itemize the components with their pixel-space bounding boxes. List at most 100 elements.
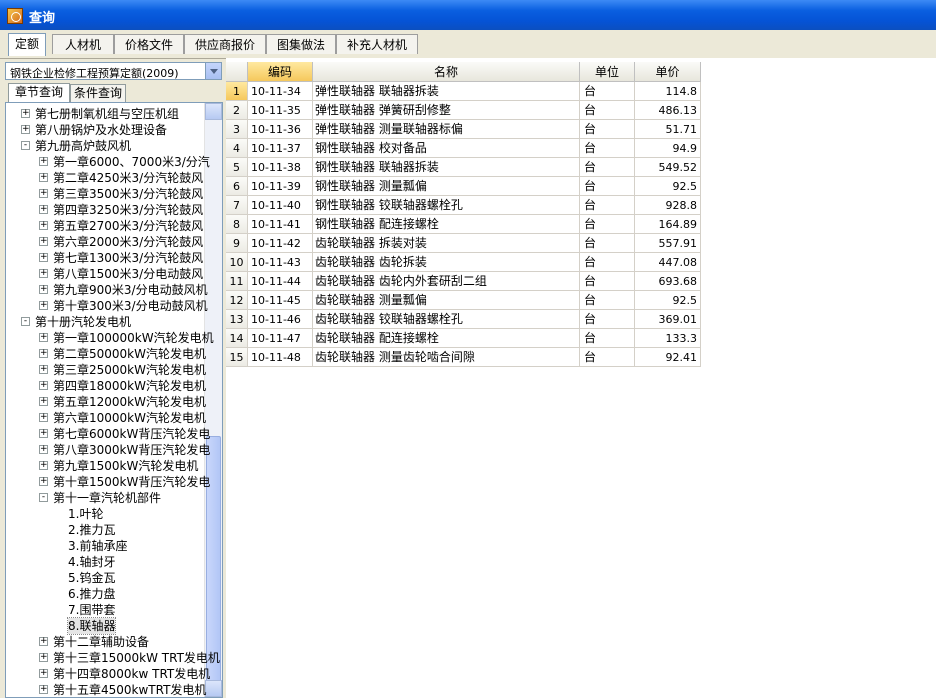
tree-node[interactable]: 6.推力盘 (6, 586, 202, 602)
tab-quota[interactable]: 定额 (8, 33, 46, 56)
expand-icon[interactable]: + (39, 237, 48, 246)
cell-name[interactable]: 钢性联轴器 铰联轴器螺栓孔 (313, 196, 580, 215)
tree-node[interactable]: + 第三章3500米3/分汽轮鼓风 (6, 186, 203, 202)
cell-code[interactable]: 10-11-46 (248, 310, 313, 329)
cell-code[interactable]: 10-11-41 (248, 215, 313, 234)
cell-price[interactable]: 51.71 (635, 120, 701, 139)
cell-price[interactable]: 928.8 (635, 196, 701, 215)
expand-icon[interactable]: + (39, 477, 48, 486)
cell-unit[interactable]: 台 (580, 82, 635, 101)
cell-unit[interactable]: 台 (580, 234, 635, 253)
cell-price[interactable]: 557.91 (635, 234, 701, 253)
expand-icon[interactable]: + (39, 637, 48, 646)
expand-icon[interactable]: + (39, 685, 48, 694)
tree-node[interactable]: + 第一章6000、7000米3/分汽 (6, 154, 210, 170)
expand-icon[interactable]: + (39, 221, 48, 230)
cell-name[interactable]: 齿轮联轴器 测量齿轮啮合间隙 (313, 348, 580, 367)
cell-code[interactable]: 10-11-47 (248, 329, 313, 348)
tree-node[interactable]: + 第五章12000kW汽轮发电机 (6, 394, 206, 410)
tree-node[interactable]: + 第七章1300米3/分汽轮鼓风 (6, 250, 203, 266)
expand-icon[interactable]: + (39, 445, 48, 454)
tree-node[interactable]: + 第二章4250米3/分汽轮鼓风 (6, 170, 203, 186)
cell-price[interactable]: 447.08 (635, 253, 701, 272)
expand-icon[interactable]: + (21, 109, 30, 118)
tree-node[interactable]: + 第二章50000kW汽轮发电机 (6, 346, 206, 362)
cell-unit[interactable]: 台 (580, 272, 635, 291)
collapse-icon[interactable]: - (39, 493, 48, 502)
cell-no[interactable]: 13 (226, 310, 248, 329)
cell-no[interactable]: 2 (226, 101, 248, 120)
cell-price[interactable]: 114.8 (635, 82, 701, 101)
cell-name[interactable]: 齿轮联轴器 测量瓢偏 (313, 291, 580, 310)
tree-node[interactable]: - 第九册高炉鼓风机 (6, 138, 202, 154)
tree-node[interactable]: 1.叶轮 (6, 506, 202, 522)
cell-no[interactable]: 1 (226, 82, 248, 101)
tree-node[interactable]: + 第六章2000米3/分汽轮鼓风 (6, 234, 203, 250)
cell-no[interactable]: 10 (226, 253, 248, 272)
expand-icon[interactable]: + (39, 381, 48, 390)
cell-unit[interactable]: 台 (580, 348, 635, 367)
cell-code[interactable]: 10-11-43 (248, 253, 313, 272)
cell-code[interactable]: 10-11-37 (248, 139, 313, 158)
expand-icon[interactable]: + (39, 349, 48, 358)
expand-icon[interactable]: + (39, 157, 48, 166)
expand-icon[interactable]: + (39, 461, 48, 470)
tree-node[interactable]: + 第十二章辅助设备 (6, 634, 202, 650)
tree-node[interactable]: + 第一章100000kW汽轮发电机 (6, 330, 214, 346)
expand-icon[interactable]: + (39, 269, 48, 278)
cell-name[interactable]: 钢性联轴器 测量瓢偏 (313, 177, 580, 196)
tree-node[interactable]: + 第十章300米3/分电动鼓风机 (6, 298, 208, 314)
col-header-name[interactable]: 名称 (313, 62, 580, 82)
expand-icon[interactable]: + (39, 429, 48, 438)
expand-icon[interactable]: + (39, 365, 48, 374)
tab-chapter-query[interactable]: 章节查询 (8, 83, 70, 102)
tree-node[interactable]: 2.推力瓦 (6, 522, 202, 538)
expand-icon[interactable]: + (39, 669, 48, 678)
tab-condition-query[interactable]: 条件查询 (70, 84, 126, 102)
expand-icon[interactable]: + (39, 189, 48, 198)
tree-node[interactable]: 7.围带套 (6, 602, 202, 618)
cell-no[interactable]: 6 (226, 177, 248, 196)
cell-no[interactable]: 9 (226, 234, 248, 253)
cell-no[interactable]: 12 (226, 291, 248, 310)
cell-name[interactable]: 齿轮联轴器 拆装对装 (313, 234, 580, 253)
cell-code[interactable]: 10-11-42 (248, 234, 313, 253)
tab-supplementary[interactable]: 补充人材机 (336, 34, 418, 54)
tree-node[interactable]: + 第四章18000kW汽轮发电机 (6, 378, 206, 394)
cell-price[interactable]: 92.5 (635, 177, 701, 196)
cell-code[interactable]: 10-11-48 (248, 348, 313, 367)
cell-no[interactable]: 8 (226, 215, 248, 234)
tree-node[interactable]: + 第八章1500米3/分电动鼓风 (6, 266, 203, 282)
tree-node[interactable]: 4.轴封牙 (6, 554, 202, 570)
cell-name[interactable]: 齿轮联轴器 齿轮内外套研刮二组 (313, 272, 580, 291)
cell-name[interactable]: 齿轮联轴器 齿轮拆装 (313, 253, 580, 272)
cell-unit[interactable]: 台 (580, 177, 635, 196)
col-header-code[interactable]: 编码 (248, 62, 313, 82)
expand-icon[interactable]: + (39, 205, 48, 214)
cell-price[interactable]: 92.5 (635, 291, 701, 310)
tree-node[interactable]: + 第九章900米3/分电动鼓风机 (6, 282, 208, 298)
expand-icon[interactable]: + (39, 285, 48, 294)
scroll-down-icon[interactable] (205, 680, 222, 697)
tree-node[interactable]: 8.联轴器 (6, 617, 202, 635)
cell-name[interactable]: 齿轮联轴器 铰联轴器螺栓孔 (313, 310, 580, 329)
cell-no[interactable]: 4 (226, 139, 248, 158)
tree-node[interactable]: - 第十一章汽轮机部件 (6, 490, 202, 506)
cell-unit[interactable]: 台 (580, 158, 635, 177)
chevron-down-icon[interactable] (205, 63, 221, 79)
cell-price[interactable]: 92.41 (635, 348, 701, 367)
cell-unit[interactable]: 台 (580, 101, 635, 120)
cell-no[interactable]: 5 (226, 158, 248, 177)
tree-node[interactable]: + 第六章10000kW汽轮发电机 (6, 410, 206, 426)
tree-node[interactable]: + 第四章3250米3/分汽轮鼓风 (6, 202, 203, 218)
cell-name[interactable]: 钢性联轴器 联轴器拆装 (313, 158, 580, 177)
tree-node[interactable]: + 第十三章15000kW TRT发电机 (6, 650, 220, 666)
tree-node[interactable]: + 第七章6000kW背压汽轮发电 (6, 426, 210, 442)
tree-node[interactable]: 3.前轴承座 (6, 538, 202, 554)
tree-node[interactable]: + 第九章1500kW汽轮发电机 (6, 458, 202, 474)
cell-no[interactable]: 11 (226, 272, 248, 291)
cell-code[interactable]: 10-11-39 (248, 177, 313, 196)
tree-node[interactable]: + 第八章3000kW背压汽轮发电 (6, 442, 210, 458)
col-header-price[interactable]: 单价 (635, 62, 701, 82)
cell-code[interactable]: 10-11-40 (248, 196, 313, 215)
